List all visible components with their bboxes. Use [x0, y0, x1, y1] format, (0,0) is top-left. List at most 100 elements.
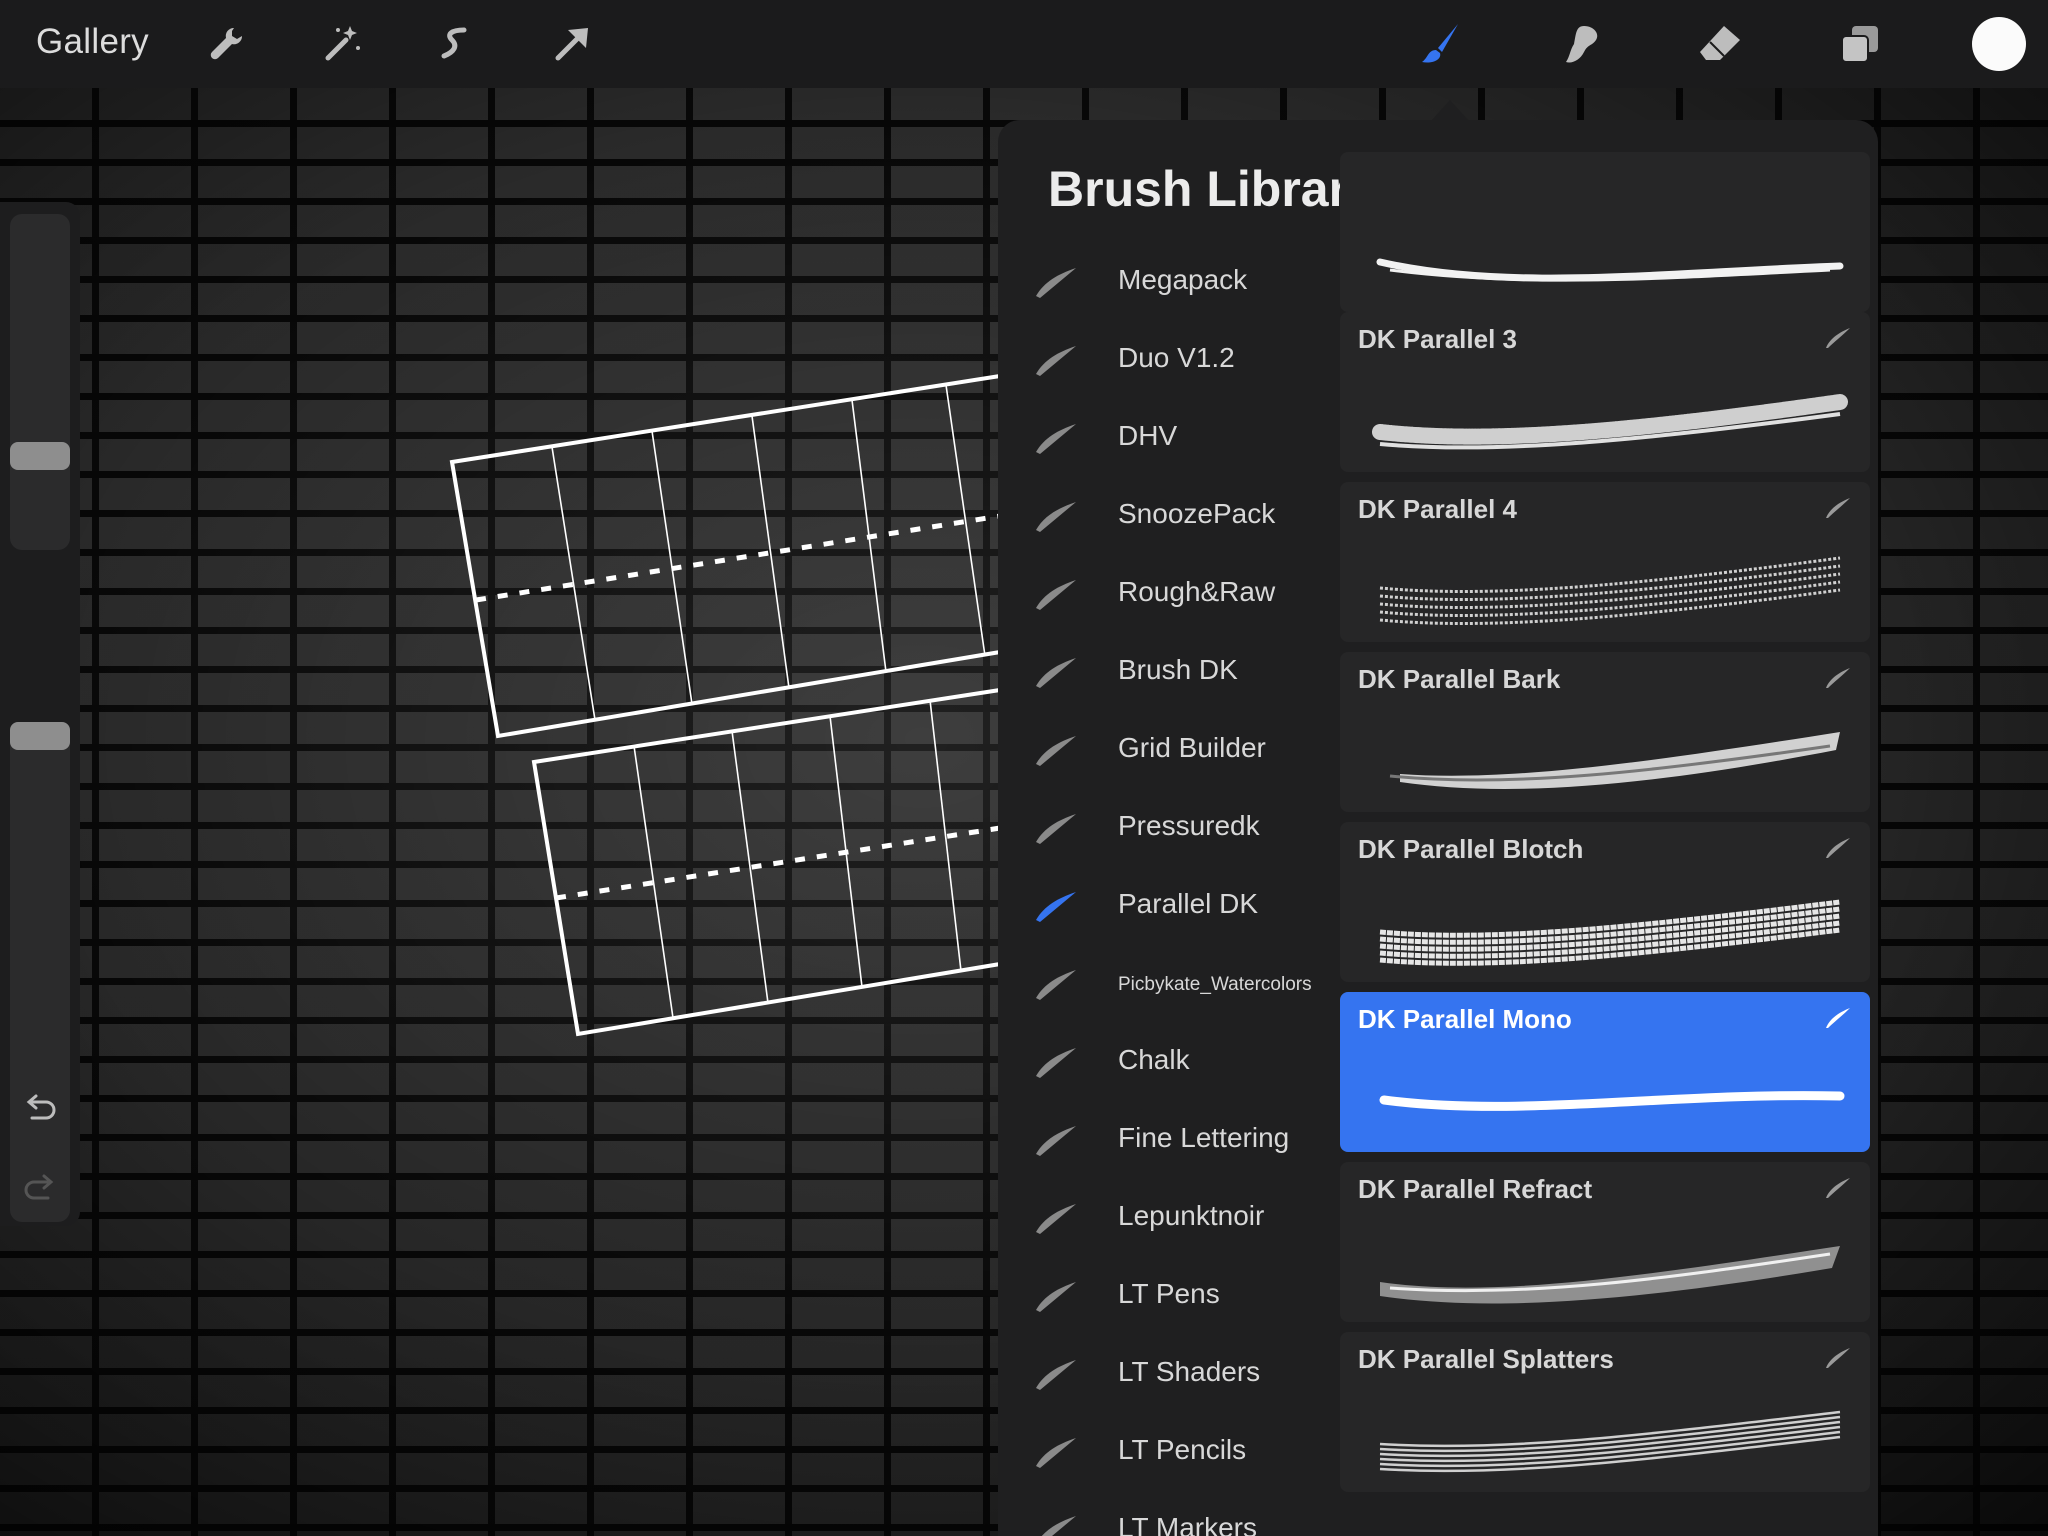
smudge-icon: [1566, 26, 1598, 63]
brush-set-item[interactable]: Megapack: [998, 242, 1338, 320]
brush-set-stroke-icon: [1036, 1282, 1076, 1312]
brush-card[interactable]: DK Parallel Mono: [1340, 992, 1870, 1152]
brush-set-item[interactable]: Chalk: [998, 1022, 1338, 1100]
brush-stroke-preview: [1379, 1091, 1845, 1111]
brush-set-stroke-icon: [1036, 892, 1076, 922]
brush-set-item[interactable]: Brush DK: [998, 632, 1338, 710]
brush-set-item[interactable]: Rough&Raw: [998, 554, 1338, 632]
undo-icon[interactable]: [20, 1090, 60, 1130]
brush-source-icon: [1826, 668, 1850, 688]
brush-set-label: Grid Builder: [1118, 732, 1266, 763]
brush-set-label: LT Pencils: [1118, 1434, 1247, 1465]
brush-set-stroke-icon: [1041, 1516, 1076, 1536]
brush-set-label: Parallel DK: [1118, 888, 1259, 919]
brush-name: DK Parallel 4: [1358, 494, 1517, 524]
brush-stroke-preview: [1379, 899, 1841, 966]
brush-stroke-preview: [1379, 1410, 1841, 1473]
brush-stroke-preview: [1379, 556, 1841, 625]
eraser-icon: [1700, 26, 1740, 60]
brush-card[interactable]: DK Parallel 3: [1340, 312, 1870, 472]
gallery-button[interactable]: Gallery: [36, 22, 149, 62]
brush-set-label: SnoozePack: [1118, 498, 1276, 529]
selection-button[interactable]: [428, 16, 484, 72]
opacity-thumb[interactable]: [10, 722, 70, 750]
brush-card[interactable]: DK Parallel Refract: [1340, 1162, 1870, 1322]
brush-set-item[interactable]: DHV: [998, 398, 1338, 476]
brush-set-stroke-icon: [1036, 970, 1076, 1000]
brush-set-item[interactable]: LT Shaders: [998, 1334, 1338, 1412]
brush-source-icon: [1826, 498, 1850, 518]
actions-button[interactable]: [198, 16, 254, 72]
brush-name: DK Parallel Splatters: [1358, 1344, 1614, 1374]
layers-icon: [1841, 26, 1878, 63]
brush-set-label: Pressuredk: [1118, 810, 1260, 841]
opacity-slider[interactable]: [10, 722, 70, 1222]
brush-set-stroke-icon: [1036, 1438, 1076, 1468]
brush-set-item[interactable]: Picbykate_Watercolors: [998, 944, 1338, 1022]
brush-set-item[interactable]: Fine Lettering: [998, 1100, 1338, 1178]
brush-set-item[interactable]: Pressuredk: [998, 788, 1338, 866]
brush-card[interactable]: DK Parallel Bark: [1340, 652, 1870, 812]
brush-set-item[interactable]: Parallel DK: [998, 866, 1338, 944]
brush-source-icon: [1826, 328, 1850, 348]
brush-library-panel: Brush Library Megapack Duo V1.2 DHV SnoozeP…: [998, 120, 1878, 1536]
brush-source-icon: [1826, 1178, 1850, 1198]
brush-stroke-preview: [1372, 394, 1848, 450]
brush-source-icon: [1826, 838, 1850, 858]
brush-stroke-preview: [1376, 258, 1844, 282]
panel-title: Brush Library: [1048, 161, 1376, 217]
brush-set-stroke-icon: [1036, 1360, 1076, 1390]
transform-button[interactable]: [544, 16, 600, 72]
brush-source-icon: [1826, 1348, 1850, 1368]
brush-set-label: LT Shaders: [1118, 1356, 1261, 1387]
brush-set-stroke-icon: [1036, 268, 1076, 298]
brush-sets-list[interactable]: Megapack Duo V1.2 DHV SnoozePack Rough&Raw Br…: [998, 242, 1338, 1536]
brush-set-item[interactable]: LT Pencils: [998, 1412, 1338, 1490]
brush-set-item[interactable]: Grid Builder: [998, 710, 1338, 788]
smudge-button[interactable]: [1552, 16, 1608, 72]
paint-brush-button[interactable]: [1412, 16, 1468, 72]
brush-set-label: Brush DK: [1118, 654, 1238, 685]
brush-set-stroke-icon: [1036, 736, 1076, 766]
brush-set-item[interactable]: Duo V1.2: [998, 320, 1338, 398]
brush-set-label: Chalk: [1118, 1044, 1190, 1075]
adjustments-button[interactable]: [314, 16, 370, 72]
brush-size-slider[interactable]: [10, 214, 70, 550]
wrench-icon: [210, 27, 243, 60]
brush-size-thumb[interactable]: [10, 441, 70, 470]
brush-set-label: Megapack: [1118, 264, 1248, 295]
brush-card[interactable]: DK Parallel 4: [1340, 482, 1870, 642]
brush-name: DK Parallel 3: [1358, 324, 1517, 354]
brush-set-stroke-icon: [1036, 1204, 1076, 1234]
brush-set-label: DHV: [1118, 420, 1178, 451]
panel-pointer: [1430, 100, 1470, 122]
redo-icon[interactable]: [20, 1170, 60, 1210]
brush-name: DK Parallel Mono: [1358, 1004, 1572, 1034]
brush-card[interactable]: DK Parallel Splatters: [1340, 1332, 1870, 1492]
brushes-list[interactable]: DK Parallel 3 DK Parallel 4 DK Parallel Ba…: [1340, 152, 1872, 1536]
color-picker-button[interactable]: [1972, 17, 2026, 71]
brush-set-stroke-icon: [1036, 424, 1076, 454]
brush-set-label: LT Markers: [1118, 1512, 1257, 1536]
brush-set-item[interactable]: Lepunktnoir: [998, 1178, 1338, 1256]
brush-set-label: Rough&Raw: [1118, 576, 1276, 607]
brush-set-stroke-icon: [1036, 814, 1076, 844]
brush-set-item[interactable]: LT Markers: [998, 1490, 1338, 1536]
brush-set-label: Lepunktnoir: [1118, 1200, 1265, 1231]
brush-card[interactable]: DK Parallel Blotch: [1340, 822, 1870, 982]
brush-set-label: Fine Lettering: [1118, 1122, 1290, 1153]
transform-arrow-icon: [555, 28, 588, 61]
brush-card[interactable]: [1340, 152, 1870, 312]
brush-set-label: Duo V1.2: [1118, 342, 1235, 373]
brush-stroke-preview: [1389, 732, 1840, 789]
brush-set-item[interactable]: LT Pens: [998, 1256, 1338, 1334]
brush-set-stroke-icon: [1036, 1048, 1076, 1078]
brush-source-icon: [1826, 1008, 1850, 1028]
eraser-button[interactable]: [1692, 16, 1748, 72]
brush-set-item[interactable]: SnoozePack: [998, 476, 1338, 554]
brush-set-stroke-icon: [1036, 346, 1076, 376]
brush-set-stroke-icon: [1036, 658, 1076, 688]
layers-button[interactable]: [1832, 16, 1888, 72]
brush-set-label: LT Pens: [1118, 1278, 1220, 1309]
left-sidebar: [0, 202, 80, 1226]
